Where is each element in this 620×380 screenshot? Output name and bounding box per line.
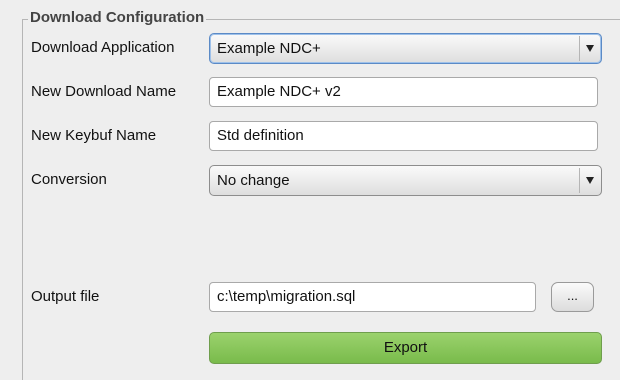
download-application-label: Download Application: [31, 39, 175, 56]
conversion-value: No change: [217, 172, 290, 189]
new-download-name-label: New Download Name: [31, 83, 177, 100]
conversion-label: Conversion: [31, 171, 107, 188]
output-file-label: Output file: [31, 288, 100, 305]
conversion-select[interactable]: No change: [209, 165, 602, 196]
new-keybuf-name-label: New Keybuf Name: [31, 127, 157, 144]
chevron-down-icon[interactable]: [579, 168, 599, 193]
group-title: Download Configuration: [28, 9, 207, 26]
new-download-name-field[interactable]: Example NDC+ v2: [209, 77, 598, 107]
new-keybuf-name-field[interactable]: Std definition: [209, 121, 598, 151]
download-configuration-group: [22, 19, 620, 380]
output-file-field[interactable]: c:\temp\migration.sql: [209, 282, 536, 312]
browse-button[interactable]: ...: [551, 282, 594, 312]
download-application-value: Example NDC+: [217, 40, 321, 57]
export-button[interactable]: Export: [209, 332, 602, 364]
download-application-select[interactable]: Example NDC+: [209, 33, 602, 64]
chevron-down-icon[interactable]: [579, 36, 599, 61]
